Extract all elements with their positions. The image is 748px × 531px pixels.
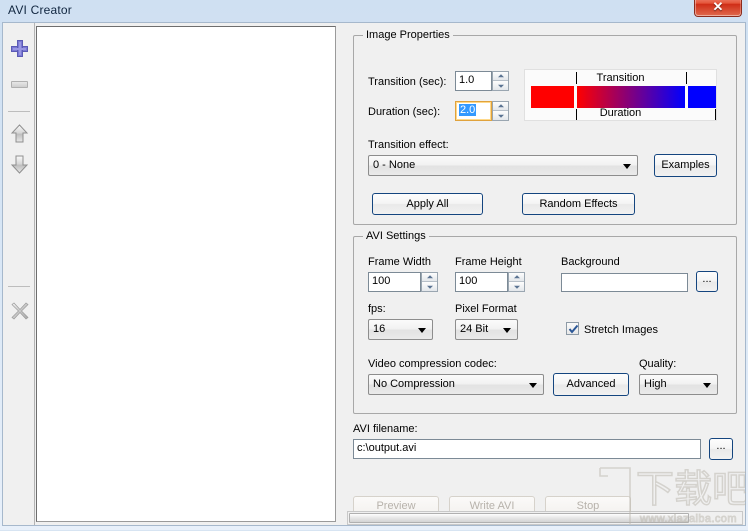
duration-input[interactable]: 2.0 xyxy=(455,101,492,121)
pixel-format-select[interactable]: 24 Bit xyxy=(455,319,518,340)
toolbar-divider-2 xyxy=(8,286,30,287)
window-title: AVI Creator xyxy=(8,3,72,17)
frame-height-input[interactable]: 100 xyxy=(455,272,508,292)
frame-height-spinner-down[interactable] xyxy=(509,282,524,291)
stretch-images-checkbox[interactable] xyxy=(566,322,579,335)
scrollbar-thumb[interactable] xyxy=(349,513,689,523)
frame-width-label: Frame Width xyxy=(368,256,431,268)
stretch-images-label: Stretch Images xyxy=(584,324,658,336)
preview-end-swatch xyxy=(688,86,716,108)
transition-spinner-down[interactable] xyxy=(493,81,508,90)
application-window: AVI Creator ✕ Image Properties Transitio… xyxy=(0,0,748,530)
examples-button[interactable]: Examples xyxy=(654,154,717,177)
transition-preview: Transition Duration xyxy=(524,69,717,121)
transition-effect-value: 0 - None xyxy=(373,159,416,171)
pixel-format-label: Pixel Format xyxy=(455,303,517,315)
clear-all-button[interactable] xyxy=(3,295,35,325)
check-icon xyxy=(568,324,579,334)
quality-select[interactable]: High xyxy=(639,374,718,395)
duration-label: Duration (sec): xyxy=(368,106,441,118)
move-up-button[interactable] xyxy=(3,119,35,149)
avi-filename-browse-button[interactable]: ... xyxy=(709,438,733,460)
frame-width-spinner[interactable] xyxy=(421,272,438,292)
transition-spinner-up[interactable] xyxy=(493,72,508,81)
transition-effect-select[interactable]: 0 - None xyxy=(368,155,638,176)
random-effects-button[interactable]: Random Effects xyxy=(522,193,635,215)
frame-width-spinner-down[interactable] xyxy=(422,282,437,291)
fps-select[interactable]: 16 xyxy=(368,319,433,340)
close-button[interactable]: ✕ xyxy=(694,0,742,17)
image-properties-legend: Image Properties xyxy=(363,29,453,41)
preview-tick-t1 xyxy=(576,72,577,84)
avi-filename-input[interactable]: c:\output.avi xyxy=(353,439,701,459)
duration-input-value: 2.0 xyxy=(459,104,477,116)
codec-label: Video compression codec: xyxy=(368,358,497,370)
add-images-button[interactable] xyxy=(3,33,35,63)
preview-tick-d1 xyxy=(576,109,577,120)
frame-height-spinner[interactable] xyxy=(508,272,525,292)
transition-effect-label: Transition effect: xyxy=(368,139,449,151)
preview-transition-label: Transition xyxy=(596,72,645,84)
image-file-list[interactable] xyxy=(36,26,336,522)
chevron-down-icon xyxy=(418,327,426,333)
fps-value: 16 xyxy=(373,323,386,335)
minus-icon xyxy=(11,81,28,88)
examples-button-label: Examples xyxy=(661,159,710,171)
chevron-down-icon xyxy=(529,382,537,388)
image-properties-group: Image Properties Transition (sec): 1.0 D… xyxy=(353,29,737,225)
settings-pane: Image Properties Transition (sec): 1.0 D… xyxy=(343,23,747,525)
codec-select[interactable]: No Compression xyxy=(368,374,544,395)
duration-spinner-up[interactable] xyxy=(493,102,508,111)
toolbar-divider-1 xyxy=(8,111,30,112)
arrow-up-icon xyxy=(10,124,29,144)
chevron-down-icon xyxy=(623,163,631,169)
plus-icon xyxy=(11,40,28,57)
avi-filename-browse-label: ... xyxy=(716,440,726,452)
quality-label: Quality: xyxy=(639,358,677,370)
x-icon xyxy=(11,302,29,320)
client-area: Image Properties Transition (sec): 1.0 D… xyxy=(2,22,746,526)
frame-width-spinner-up[interactable] xyxy=(422,273,437,282)
move-down-button[interactable] xyxy=(3,149,35,179)
close-icon: ✕ xyxy=(712,0,724,14)
codec-value: No Compression xyxy=(373,378,455,390)
pixel-format-value: 24 Bit xyxy=(460,323,489,335)
remove-image-button[interactable] xyxy=(3,69,35,99)
random-effects-button-label: Random Effects xyxy=(539,198,618,210)
fps-label: fps: xyxy=(368,303,386,315)
duration-spinner[interactable] xyxy=(492,101,509,121)
frame-width-input[interactable]: 100 xyxy=(368,272,421,292)
background-label: Background xyxy=(561,256,620,268)
frame-height-label: Frame Height xyxy=(455,256,522,268)
title-bar: AVI Creator ✕ xyxy=(0,0,748,22)
chevron-down-icon xyxy=(703,382,711,388)
preview-gradient-swatch xyxy=(577,86,685,108)
preview-tick-d2 xyxy=(715,109,716,120)
left-toolbar xyxy=(3,23,35,525)
transition-input[interactable]: 1.0 xyxy=(455,71,492,91)
horizontal-scrollbar[interactable] xyxy=(347,511,743,525)
advanced-button[interactable]: Advanced xyxy=(553,373,629,396)
transition-label: Transition (sec): xyxy=(368,76,447,88)
frame-height-spinner-up[interactable] xyxy=(509,273,524,282)
quality-value: High xyxy=(644,378,667,390)
preview-start-swatch xyxy=(531,86,574,108)
avi-settings-legend: AVI Settings xyxy=(363,230,429,242)
preview-tick-t2 xyxy=(686,72,687,84)
preview-duration-label: Duration xyxy=(599,107,642,119)
background-browse-button[interactable]: ... xyxy=(696,271,718,292)
transition-spinner[interactable] xyxy=(492,71,509,91)
apply-all-button-label: Apply All xyxy=(406,198,449,210)
apply-all-button[interactable]: Apply All xyxy=(372,193,483,215)
avi-filename-label: AVI filename: xyxy=(353,423,418,435)
background-input[interactable] xyxy=(561,273,688,292)
background-browse-label: ... xyxy=(702,273,712,285)
duration-spinner-down[interactable] xyxy=(493,111,508,120)
arrow-down-icon xyxy=(10,154,29,174)
advanced-button-label: Advanced xyxy=(566,378,616,390)
chevron-down-icon xyxy=(503,327,511,333)
avi-settings-group: AVI Settings Frame Width 100 Frame Heigh… xyxy=(353,230,737,414)
